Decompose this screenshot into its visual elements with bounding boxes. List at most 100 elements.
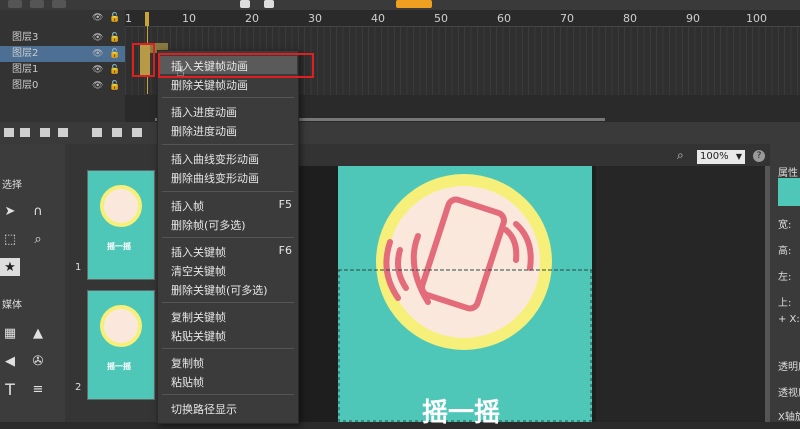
video-icon[interactable]: ✇ [28,352,48,370]
arrow-icon[interactable]: ➤ [0,202,20,220]
copy-layer-icon[interactable] [20,128,30,137]
layer-row[interactable]: 图层0 👁 🔓 [0,78,125,94]
text-icon[interactable]: T [0,380,20,399]
stage-title: 摇一摇 [422,398,501,428]
menu-item-delete-progress-anim[interactable]: 删除进度动画 [171,123,237,139]
thumb-caption: 摇一摇 [107,242,131,251]
sound-icon[interactable]: ◀ [0,352,20,370]
add-layer-icon[interactable] [4,128,14,137]
zoom-value: 100% [700,151,729,162]
zoom-select[interactable]: 100% ▼ [697,150,745,164]
zoom-icon[interactable]: ⌕ [28,230,48,248]
eye-icon[interactable]: 👁 [92,30,103,46]
layer-name: 图层3 [12,32,39,43]
open-icon[interactable] [30,0,44,8]
tick-label: 80 [623,12,637,25]
search-icon[interactable]: ⌕ [677,148,684,163]
layer-row[interactable]: 图层1 👁 🔓 [0,62,125,78]
menu-item-insert-frame[interactable]: 插入帧 [171,198,204,214]
star-icon[interactable]: ★ [0,258,20,276]
page-copy-icon[interactable] [112,128,122,137]
menu-item-paste-frame[interactable]: 粘贴帧 [171,374,204,390]
layer-name: 图层0 [12,80,39,91]
page-add-icon[interactable] [92,128,102,137]
layer-name: 图层1 [12,64,39,75]
pause-icon[interactable] [264,0,274,8]
tick-label: 70 [560,12,574,25]
menu-divider [162,237,294,238]
shape-icon[interactable]: ▦ [0,324,20,342]
stage[interactable]: 摇一摇 [338,166,592,428]
help-icon[interactable]: ? [753,150,765,162]
new-icon[interactable] [8,0,22,8]
menu-item-copy-frame[interactable]: 复制帧 [171,355,204,371]
eye-icon[interactable]: 👁 [92,62,103,78]
playhead[interactable] [145,12,149,26]
menu-divider [162,97,294,98]
image-icon[interactable]: ▲ [28,324,48,342]
tick-label: 10 [182,12,196,25]
stage-illustration [338,174,592,422]
menu-item-insert-progress-anim[interactable]: 插入进度动画 [171,104,237,120]
page-number: 2 [75,382,82,393]
delete-layer-icon[interactable] [40,128,50,137]
menu-divider [162,348,294,349]
menu-shortcut: F6 [278,244,292,257]
lock-icon[interactable]: 🔓 [109,10,120,26]
lock-icon[interactable]: 🔓 [109,78,120,94]
layer-panel: 👁 🔓 图层3 👁 🔓 图层2 👁 🔓 图层1 👁 🔓 图层0 👁 🔓 [0,10,125,122]
tick-label: 50 [434,12,448,25]
prop-left-label: 左: [778,272,792,283]
eye-icon[interactable]: 👁 [92,10,103,26]
layer-name: 图层2 [12,48,39,59]
layer-header: 👁 🔓 [0,10,125,26]
menu-item-delete-keyframes[interactable]: 删除关键帧(可多选) [171,282,268,298]
menu-item-paste-keyframe[interactable]: 粘贴关键帧 [171,328,226,344]
tool-panel: 选择 ➤ ∩ ⬚ ⌕ ★ 媒体 ▦ ▲ ◀ ✇ T ≡ [0,144,65,422]
thumb-circle [100,305,142,347]
lasso-icon[interactable]: ∩ [28,202,48,220]
crop-icon[interactable]: ⬚ [0,230,20,248]
folder-icon[interactable] [58,128,68,137]
publish-button[interactable] [396,0,432,8]
thumb-caption: 摇一摇 [107,362,131,371]
paragraph-icon[interactable]: ≡ [28,380,48,398]
cursor-icon: ☝ [176,64,185,80]
page-delete-icon[interactable] [132,128,142,137]
lock-icon[interactable]: 🔓 [109,46,120,62]
section-select-label: 选择 [2,180,22,191]
prop-height-label: 高: [778,246,792,257]
menu-item-copy-keyframe[interactable]: 复制关键帧 [171,309,226,325]
tick-label: 30 [308,12,322,25]
lock-icon[interactable]: 🔓 [109,62,120,78]
menu-divider [162,394,294,395]
color-swatch[interactable] [778,178,800,206]
menu-item-delete-curve-anim[interactable]: 删除曲线变形动画 [171,170,259,186]
layer-row-selected[interactable]: 图层2 👁 🔓 [0,46,125,62]
play-icon[interactable] [240,0,250,8]
eye-icon[interactable]: 👁 [92,46,103,62]
lock-icon[interactable]: 🔓 [109,30,120,46]
layer-toolbar [0,122,800,144]
save-icon[interactable] [52,0,66,8]
eye-icon[interactable]: 👁 [92,78,103,94]
top-toolbar [0,0,800,10]
menu-divider [162,302,294,303]
frame-ruler[interactable]: 1 10 20 30 40 50 60 70 80 90 100 [125,10,800,27]
layer-row[interactable]: 图层3 👁 🔓 [0,30,125,46]
chevron-down-icon: ▼ [735,152,742,161]
page-thumbnail[interactable]: 摇一摇 [87,290,155,400]
tick-label: 60 [497,12,511,25]
menu-item-insert-curve-anim[interactable]: 插入曲线变形动画 [171,151,259,167]
context-menu: 插入关键帧动画 删除关键帧动画 插入进度动画 删除进度动画 插入曲线变形动画 删… [157,50,299,424]
properties-tab[interactable]: 属性 [778,164,798,179]
page-thumbnail[interactable]: 摇一摇 [87,170,155,280]
menu-item-clear-keyframe[interactable]: 清空关键帧 [171,263,226,279]
page-number: 1 [75,262,82,273]
tick-label: 40 [371,12,385,25]
menu-item-toggle-path[interactable]: 切换路径显示 [171,401,237,417]
menu-item-delete-frames[interactable]: 删除帧(可多选) [171,217,246,233]
menu-item-insert-keyframe[interactable]: 插入关键帧 [171,244,226,260]
prop-perspective-label: 透视度 [778,388,800,399]
menu-divider [162,191,294,192]
